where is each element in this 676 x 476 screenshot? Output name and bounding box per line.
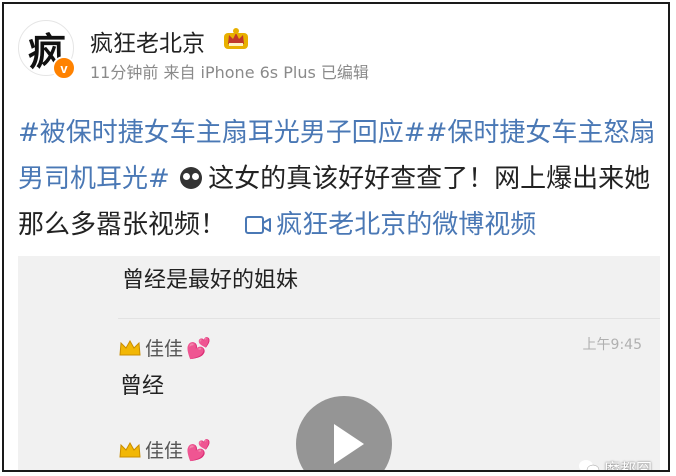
username[interactable]: 疯狂老北京 [90,24,205,58]
verified-mark: v [60,60,68,76]
message-time-1: 上午9:45 [582,337,642,353]
post-header: 疯 v 疯狂老北京 11分钟前 来自 iPhone 6s Plus 已编辑 [4,4,668,96]
emoji-icon [180,167,203,189]
watermark: 魔都囧 [578,456,652,472]
video-link[interactable]: 疯狂老北京的微博视频 [276,210,536,240]
message-sender-2: 佳佳 [145,440,184,462]
post-content: #被保时捷女车主扇耳光男子回应##保时捷女车主怒扇男司机耳光# 这女的真该好好查… [18,110,663,248]
verified-badge-icon: v [52,56,76,80]
message-sender-1: 佳佳 [145,338,184,360]
play-button[interactable] [296,396,392,470]
message-sender-row-1: 佳佳 💕 [118,334,211,361]
message-sender-row-2: 佳佳 💕 [118,436,211,463]
wechat-icon [578,460,600,470]
heart-icon: 💕 [186,437,211,462]
message-text-1: 曾经 [120,374,165,399]
weibo-post-card: 疯 v 疯狂老北京 11分钟前 来自 iPhone 6s Plus 已编辑 #被… [2,2,670,472]
crown-icon [119,441,141,457]
video-player[interactable]: 曾经是最好的姐妹 佳佳 💕 上午9:45 曾经 佳佳 💕 魔都囧 [18,256,660,472]
chat-title: 曾经是最好的姐妹 [122,268,299,293]
watermark-text: 魔都囧 [603,460,652,472]
video-icon[interactable] [244,214,272,236]
vip-crown-icon[interactable] [223,26,249,50]
post-meta: 11分钟前 来自 iPhone 6s Plus 已编辑 [90,63,369,82]
topic-link-1[interactable]: #被保时捷女车主扇耳光男子回应# [18,118,426,148]
heart-icon: 💕 [186,335,211,360]
chat-divider [118,318,660,319]
crown-icon [119,339,141,355]
